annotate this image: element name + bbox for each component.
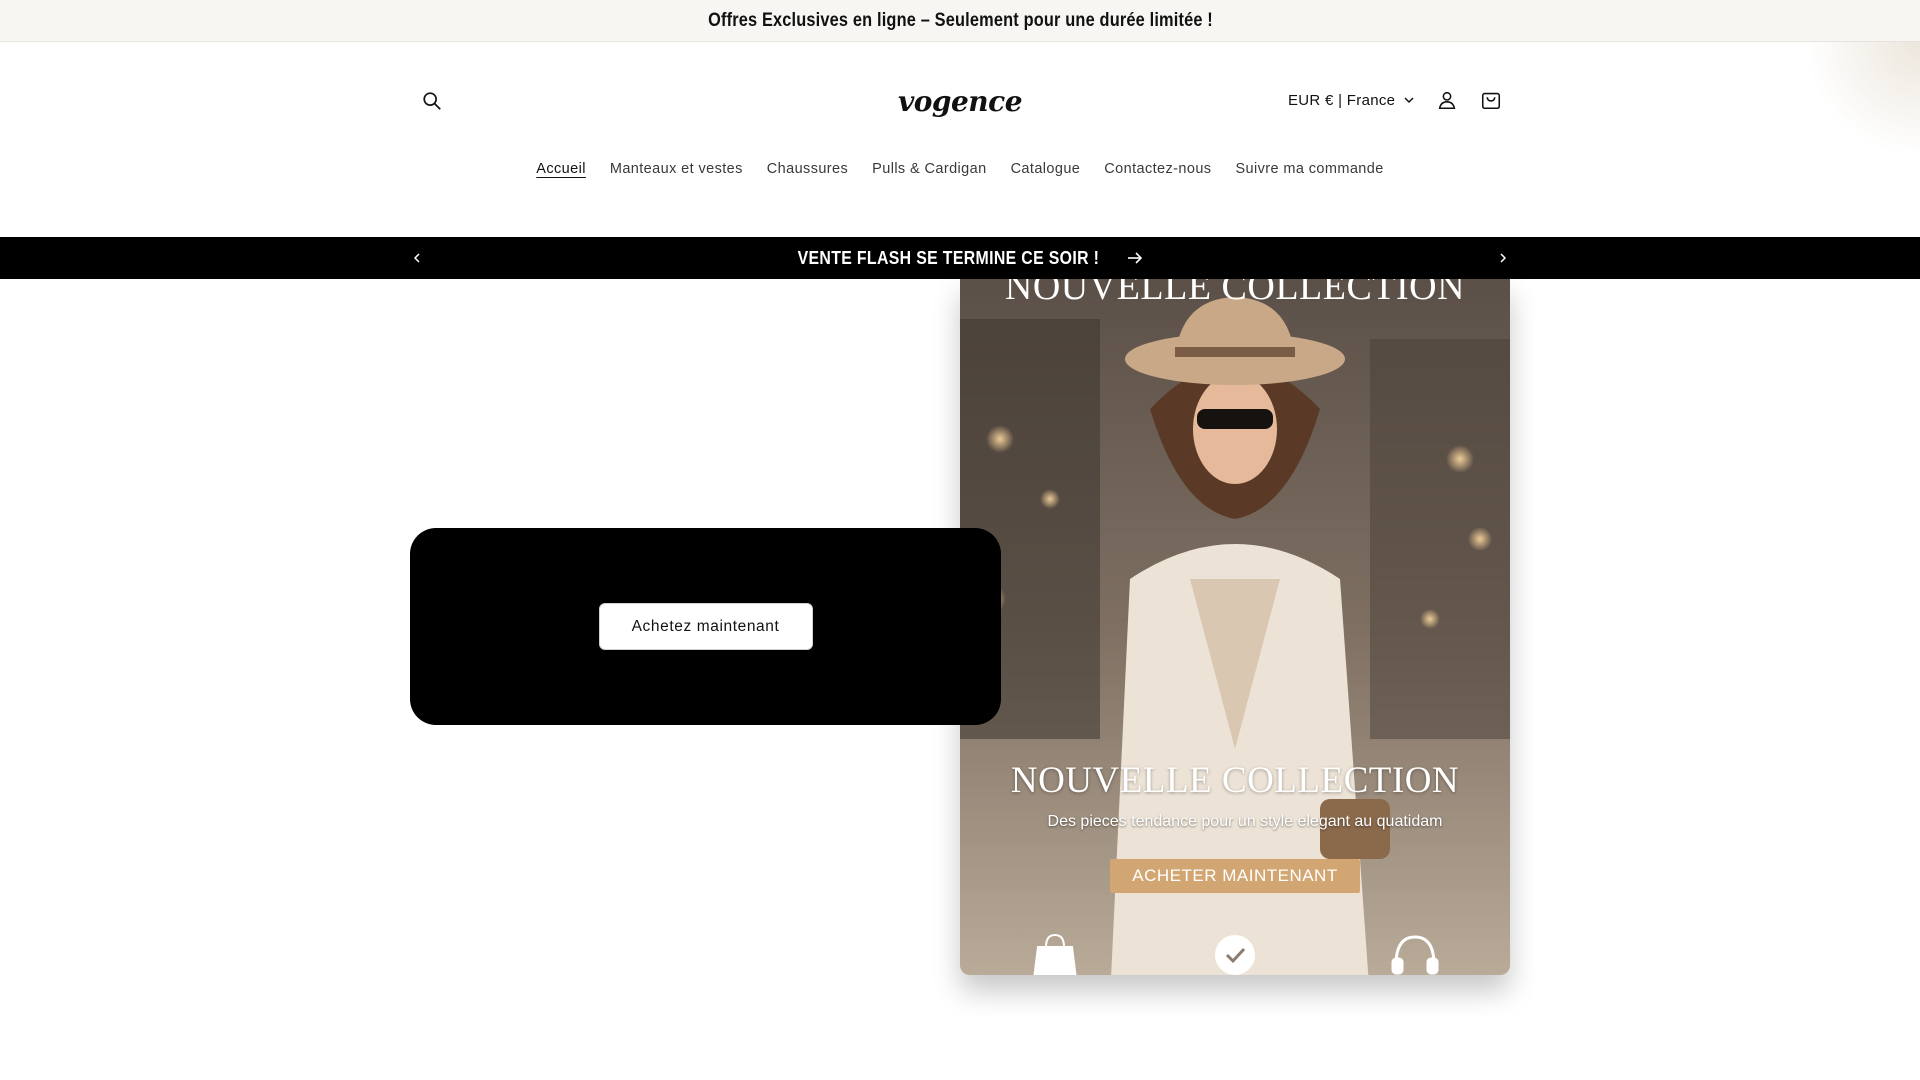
banner-title-top: NOUVELLE COLLECTION bbox=[1004, 279, 1466, 308]
site-header: vogence EUR € | France Accueil Manteaux … bbox=[0, 43, 1920, 237]
nav-item-pulls[interactable]: Pulls & Cardigan bbox=[872, 157, 986, 187]
badge-icon bbox=[1208, 929, 1262, 975]
nav-item-catalogue[interactable]: Catalogue bbox=[1011, 157, 1081, 187]
currency-selector[interactable]: EUR € | France bbox=[1288, 87, 1415, 113]
announcement-bar: Offres Exclusives en ligne – Seulement p… bbox=[0, 0, 1920, 42]
chevron-right-icon[interactable] bbox=[1486, 241, 1520, 275]
nav-item-manteaux[interactable]: Manteaux et vestes bbox=[610, 157, 743, 187]
headset-icon bbox=[1388, 929, 1442, 975]
nav-item-chaussures[interactable]: Chaussures bbox=[767, 157, 848, 187]
promo-link[interactable]: VENTE FLASH SE TERMINE CE SOIR ! bbox=[777, 248, 1144, 269]
promo-message: VENTE FLASH SE TERMINE CE SOIR ! bbox=[797, 247, 1099, 268]
bag-icon[interactable] bbox=[1473, 82, 1509, 118]
search-icon[interactable] bbox=[414, 83, 450, 119]
banner-cta-button[interactable]: ACHETER MAINTENANT bbox=[1110, 859, 1360, 893]
nav-item-suivre-commande[interactable]: Suivre ma commande bbox=[1235, 157, 1383, 187]
chevron-left-icon[interactable] bbox=[400, 241, 434, 275]
currency-label: EUR € | France bbox=[1288, 91, 1396, 109]
hero-banner-image[interactable]: NOUVELLE COLLECTION NOUVELLE COLLECTION … bbox=[960, 279, 1510, 975]
site-logo[interactable]: vogence bbox=[880, 79, 1040, 123]
banner-subtitle: Des pieces tendance pour un style elegan… bbox=[1047, 813, 1443, 830]
user-icon[interactable] bbox=[1429, 82, 1465, 118]
announcement-text: Offres Exclusives en ligne – Seulement p… bbox=[707, 9, 1213, 31]
banner-title: NOUVELLE COLLECTION bbox=[1010, 760, 1460, 801]
chevron-down-icon bbox=[1404, 97, 1414, 104]
nav-item-accueil[interactable]: Accueil bbox=[536, 157, 586, 187]
nav-item-contact[interactable]: Contactez-nous bbox=[1104, 157, 1211, 187]
main-navigation: Accueil Manteaux et vestes Chaussures Pu… bbox=[0, 157, 1920, 187]
shopping-bag-icon bbox=[1028, 929, 1082, 975]
shop-now-button[interactable]: Achetez maintenant bbox=[598, 603, 813, 650]
promo-bar: VENTE FLASH SE TERMINE CE SOIR ! bbox=[0, 237, 1920, 279]
hero-text-panel: Achetez maintenant bbox=[410, 528, 1001, 725]
arrow-right-icon bbox=[1128, 252, 1143, 264]
